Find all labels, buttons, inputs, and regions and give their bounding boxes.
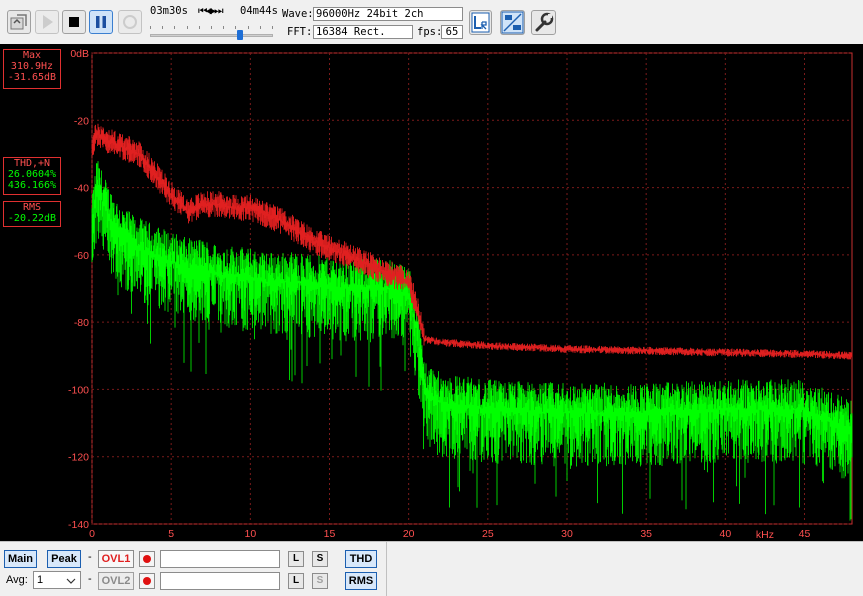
y-tick-label: 0dB [70, 48, 89, 60]
slider-tick [187, 26, 188, 29]
hz-db-scale-button[interactable] [500, 10, 525, 35]
spectrum-series [91, 161, 853, 521]
x-axis-label: kHz [756, 529, 774, 541]
x-tick-label: 45 [799, 528, 811, 540]
seek-controls-icon[interactable]: ⏮◀▶⏭ [198, 5, 224, 18]
elapsed-time: 03m30s [150, 5, 188, 17]
slider-tick [272, 26, 273, 29]
record-dot-icon[interactable] [139, 573, 155, 589]
max-label: Max [22, 50, 42, 61]
x-tick-label: 35 [640, 528, 652, 540]
x-tick-label: 40 [719, 528, 731, 540]
thd-readout: THD,+N 26.0604% 436.166% [3, 157, 61, 195]
slider-tick [174, 26, 175, 29]
max-level: -31.65dB [7, 72, 57, 83]
slider-tick [223, 26, 224, 29]
lr-channel-icon [471, 12, 490, 33]
wrench-icon [535, 12, 554, 32]
playback-slider[interactable] [150, 26, 273, 40]
ovl2-save-button[interactable]: S [312, 573, 328, 589]
avg-value: 1 [37, 574, 44, 586]
fps-field: 65 [441, 25, 463, 39]
panel-divider [386, 542, 387, 596]
ovl2-file-field[interactable] [160, 572, 280, 590]
y-tick-label: -120 [68, 452, 89, 464]
x-tick-label: 5 [168, 528, 174, 540]
ovl2-button[interactable]: OVL2 [98, 572, 134, 590]
spectrum-analyzer: 0dB -20 -40 -60 -80 -100 -120 -140 0 5 10 15 20 25 30 3… [0, 44, 863, 541]
bottom-panel: Main Peak - OVL1 L S THD Avg: 1 - OVL2 L… [0, 541, 863, 596]
y-tick-label: -140 [68, 519, 89, 531]
x-tick-label: 30 [561, 528, 573, 540]
x-tick-label: 25 [482, 528, 494, 540]
record-dot-icon[interactable] [139, 551, 155, 567]
fft-label: FFT: [287, 26, 313, 38]
main-button[interactable]: Main [4, 550, 37, 568]
settings-button[interactable] [531, 10, 556, 35]
max-frequency: 310.9Hz [10, 61, 54, 72]
y-tick-label: -80 [74, 317, 89, 329]
record-button[interactable] [118, 10, 142, 34]
remaining-time: 04m44s [240, 5, 278, 17]
rms-readout: RMS -20.22dB [3, 201, 61, 227]
slider-thumb[interactable] [237, 30, 243, 40]
rms-label: RMS [22, 202, 42, 213]
y-tick-label: -100 [68, 384, 89, 396]
ovl1-save-button[interactable]: S [312, 551, 328, 567]
slider-tick [162, 26, 163, 29]
play-button[interactable] [35, 10, 59, 34]
thd-label: THD,+N [13, 158, 51, 169]
chevron-down-icon [66, 578, 76, 584]
fft-size-field: 16384 Rect. [313, 25, 413, 39]
y-tick-label: -20 [74, 115, 89, 127]
stop-button[interactable] [62, 10, 86, 34]
avg-select[interactable]: 1 [33, 571, 81, 589]
stop-icon [69, 17, 79, 27]
lr-channel-button[interactable] [469, 10, 492, 35]
max-readout: Max 310.9Hz -31.65dB [3, 49, 61, 89]
separator-dash-2: - [88, 573, 92, 585]
pause-icon [96, 16, 106, 28]
hz-db-scale-icon [501, 11, 524, 34]
slider-tick [150, 26, 151, 29]
record-icon [123, 15, 137, 29]
y-tick-label: -40 [74, 183, 89, 195]
peak-button[interactable]: Peak [47, 550, 81, 568]
ovl1-file-field[interactable] [160, 550, 280, 568]
wave-label: Wave: [282, 8, 314, 20]
open-file-icon [10, 14, 27, 30]
slider-tick [211, 26, 212, 29]
slider-track [150, 34, 273, 37]
wave-format-field: 96000Hz 24bit 2ch [313, 7, 463, 21]
x-tick-label: 0 [89, 528, 95, 540]
play-icon [43, 15, 53, 29]
thdn-value: 436.166% [7, 180, 57, 191]
ovl1-load-button[interactable]: L [288, 551, 304, 567]
ovl2-load-button[interactable]: L [288, 573, 304, 589]
fps-label: fps: [417, 26, 443, 38]
thd-value: 26.0604% [7, 169, 57, 180]
open-file-button[interactable] [7, 10, 31, 34]
toolbar: 03m30s ⏮◀▶⏭ 04m44s Wave: 96000Hz 24bit 2… [0, 0, 863, 45]
slider-tick [235, 26, 236, 29]
separator-dash: - [88, 551, 92, 563]
spectrum-chart: 0dB -20 -40 -60 -80 -100 -120 -1400 5 10 15 20 25 30 3… [68, 48, 853, 541]
x-tick-label: 15 [324, 528, 336, 540]
x-tick-label: 10 [244, 528, 256, 540]
x-tick-label: 20 [403, 528, 415, 540]
y-tick-label: -60 [74, 250, 89, 262]
ovl1-button[interactable]: OVL1 [98, 550, 134, 568]
pause-button[interactable] [89, 10, 113, 34]
rms-button[interactable]: RMS [345, 572, 377, 590]
thd-button[interactable]: THD [345, 550, 377, 568]
slider-tick [248, 26, 249, 29]
avg-label: Avg: [6, 574, 28, 586]
rms-value: -20.22dB [7, 213, 57, 224]
slider-tick [260, 26, 261, 29]
slider-tick [199, 26, 200, 29]
